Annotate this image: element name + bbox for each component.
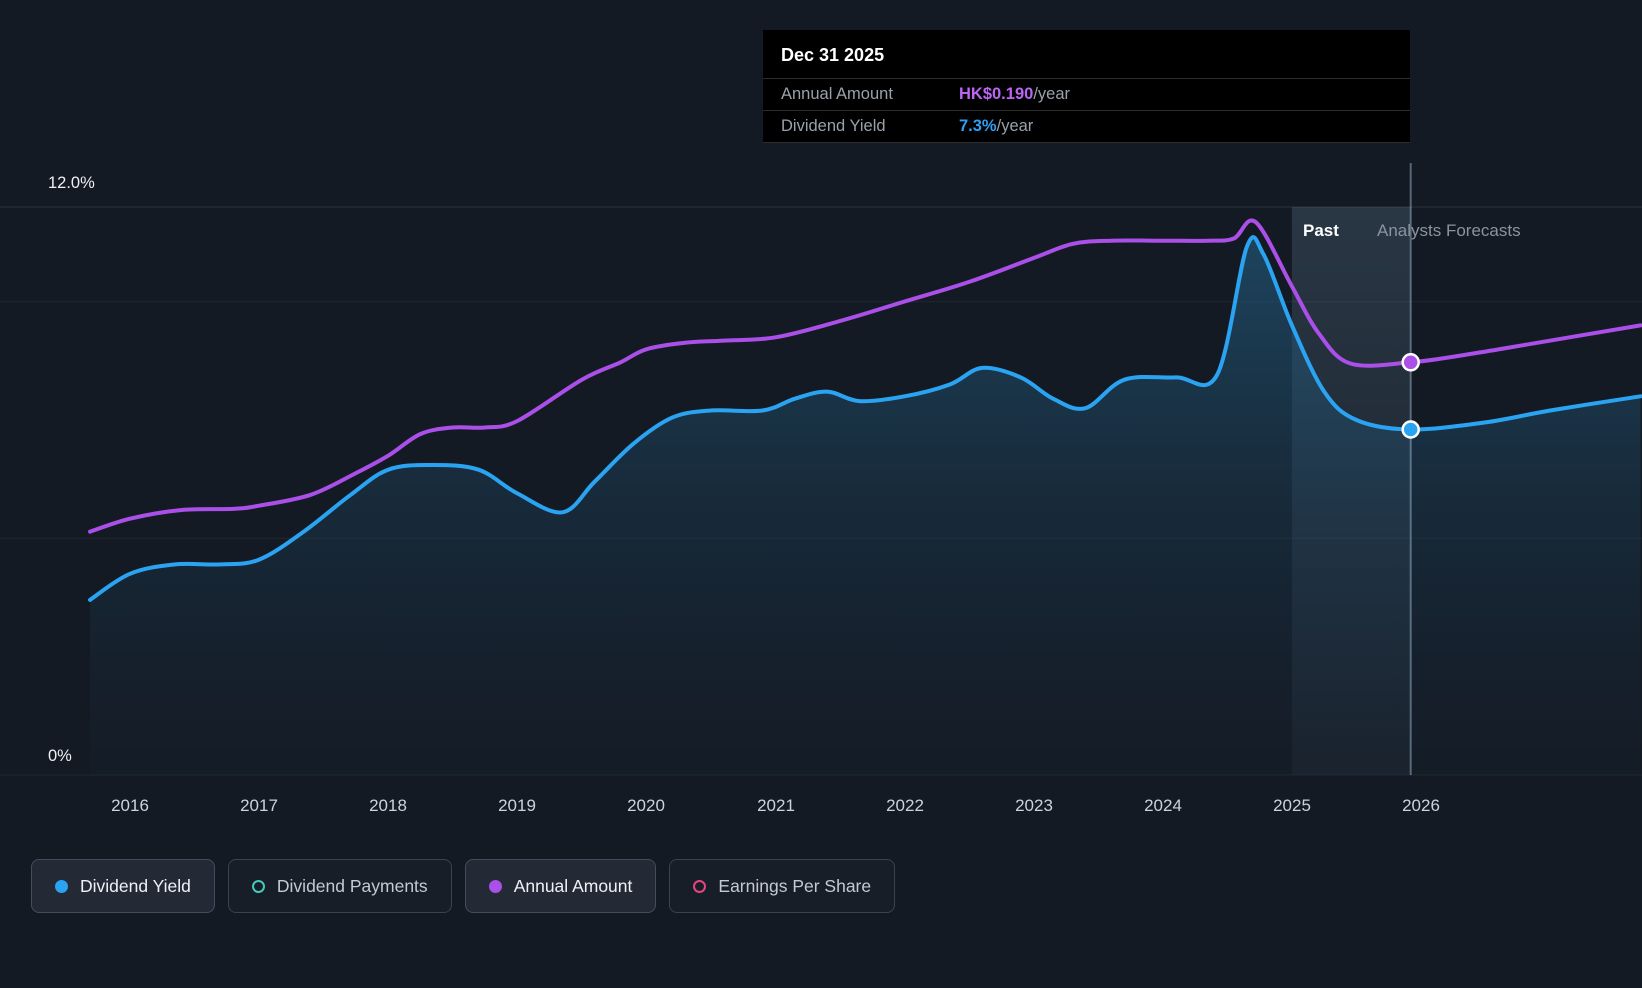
x-tick-2018: 2018 xyxy=(369,796,407,815)
legend-label: Dividend Yield xyxy=(80,875,191,896)
tooltip-label: Annual Amount xyxy=(781,85,893,103)
x-tick-2019: 2019 xyxy=(498,796,536,815)
tooltip-row: Annual Amount HK$0.190 /year xyxy=(763,78,1410,110)
x-tick-2017: 2017 xyxy=(240,796,278,815)
earnings-per-share-swatch-icon xyxy=(693,879,707,893)
x-tick-2016: 2016 xyxy=(111,796,149,815)
marker-annual-amount[interactable] xyxy=(1401,353,1420,372)
dividend-yield-swatch-icon xyxy=(55,879,68,893)
dividend-payments-swatch-icon xyxy=(251,879,265,893)
x-tick-2021: 2021 xyxy=(757,796,795,815)
tooltip-value-annual-amount: HK$0.190 xyxy=(959,85,1034,103)
legend-item-dividend-payments[interactable]: Dividend Payments xyxy=(227,859,452,913)
x-tick-2024: 2024 xyxy=(1144,796,1182,815)
tooltip-suffix: /year xyxy=(1033,85,1070,103)
tooltip-label: Dividend Yield xyxy=(781,117,886,135)
marker-dividend-yield[interactable] xyxy=(1401,420,1420,439)
x-tick-2023: 2023 xyxy=(1015,796,1053,815)
x-tick-2026: 2026 xyxy=(1402,796,1440,815)
x-tick-2020: 2020 xyxy=(627,796,665,815)
analysts-forecast-label: Analysts Forecasts xyxy=(1377,221,1521,240)
past-label: Past xyxy=(1303,221,1339,240)
legend-item-annual-amount[interactable]: Annual Amount xyxy=(464,859,657,913)
y-axis-label-max: 12.0% xyxy=(48,174,95,192)
x-tick-2022: 2022 xyxy=(886,796,924,815)
legend-item-earnings-per-share[interactable]: Earnings Per Share xyxy=(669,859,896,913)
tooltip-suffix: /year xyxy=(996,117,1034,135)
legend-label: Dividend Payments xyxy=(276,875,428,896)
tooltip-value-dividend-yield: 7.3% xyxy=(959,117,997,135)
tooltip-date: Dec 31 2025 xyxy=(781,45,885,65)
x-axis: 2016 2017 2018 2019 2020 2021 2022 2023 2024 2025… xyxy=(0,796,1642,826)
x-tick-2025: 2025 xyxy=(1273,796,1311,815)
legend: Dividend Yield Dividend Payments Annual Am… xyxy=(31,859,896,913)
tooltip-row: Dividend Yield 7.3% /year xyxy=(763,110,1410,142)
legend-label: Earnings Per Share xyxy=(718,875,872,896)
annual-amount-swatch-icon xyxy=(488,879,502,893)
legend-item-dividend-yield[interactable]: Dividend Yield xyxy=(31,859,215,913)
tooltip: Dec 31 2025 Annual Amount HK$0.190 /year… xyxy=(763,30,1410,143)
legend-label: Annual Amount xyxy=(513,875,633,896)
y-axis-label-min: 0% xyxy=(48,747,72,765)
dividend-chart-page: 12.0% 0% Past Analysts Forecasts 2016 201… xyxy=(0,0,1642,988)
